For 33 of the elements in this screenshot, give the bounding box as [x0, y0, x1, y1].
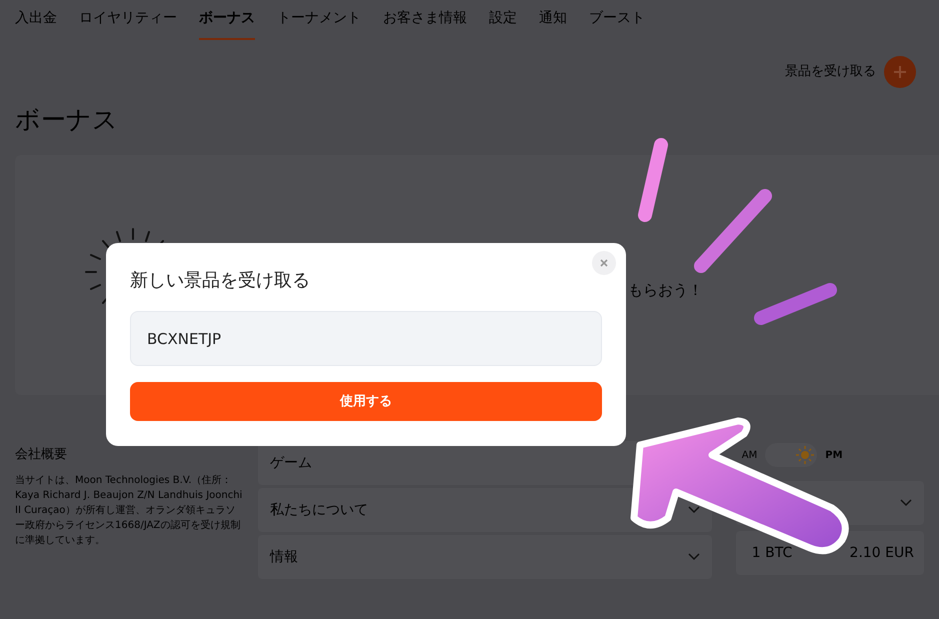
nav-tab[interactable]: 通知	[539, 8, 567, 40]
rate-amount: 1 BTC	[752, 544, 792, 562]
nav-tab[interactable]: ロイヤリティー	[79, 8, 177, 40]
nav-tab[interactable]: トーナメント	[277, 8, 361, 40]
about-text: 当サイトは、Moon Technologies B.V.（住所：Kaya Richard J. Beaujon Z/N Landhuis Joonchi II Curaçao）が所有し運営、オランダ領キュラソー政府からライセンス1668/JAZの認可を受け規制に準拠しています。	[15, 474, 243, 548]
close-icon	[600, 259, 608, 267]
nav-tab[interactable]: 入出金	[15, 8, 57, 40]
sun-icon	[795, 445, 816, 465]
accordion-label: 情報	[270, 548, 298, 566]
accordion-header[interactable]: 情報	[258, 535, 712, 579]
chevron-down-icon	[900, 499, 912, 507]
modal-title: 新しい景品を受け取る	[130, 269, 311, 293]
close-button[interactable]	[592, 251, 616, 275]
use-button[interactable]: 使用する	[130, 382, 602, 421]
time-option[interactable]: AM	[742, 448, 758, 462]
chevron-down-icon	[688, 553, 700, 561]
plus-icon	[893, 65, 907, 79]
rate-value: 2.10 EUR	[850, 544, 914, 562]
toggle-switch[interactable]	[765, 443, 818, 467]
time-option[interactable]: PM	[825, 448, 843, 462]
accordion-label: 私たちについて	[270, 500, 368, 520]
code-input-field[interactable]: BCXNETJP	[130, 311, 602, 366]
nav-tab[interactable]: 設定	[489, 8, 517, 40]
accordion-label: ゲーム	[270, 454, 312, 472]
card-text: もらおう！	[628, 280, 703, 301]
nav-tab[interactable]: お客さま情報	[383, 8, 467, 40]
page-heading: ボーナス	[15, 104, 119, 136]
claim-prize-link[interactable]: 景品を受け取る	[785, 62, 876, 82]
nav-tab[interactable]: ブースト	[589, 8, 645, 40]
add-button[interactable]	[884, 56, 916, 88]
chevron-down-icon	[688, 506, 700, 514]
about-title: 会社概要	[15, 446, 68, 464]
nav-tab[interactable]: ボーナス	[199, 8, 255, 40]
